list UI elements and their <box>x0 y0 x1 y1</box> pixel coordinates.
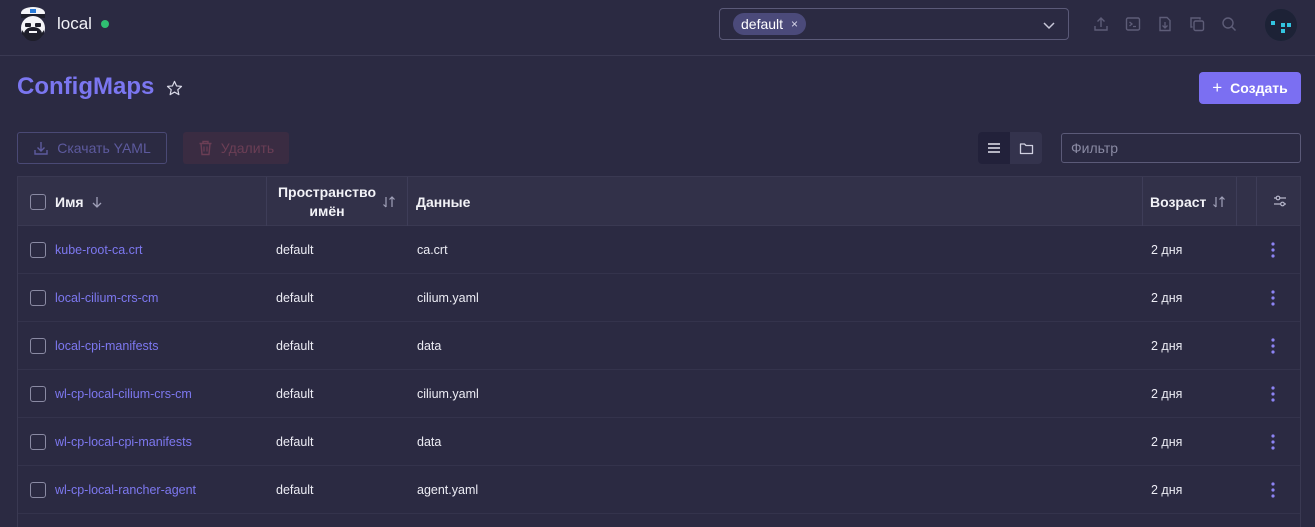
cluster-name[interactable]: local <box>57 14 92 34</box>
copy-icon[interactable] <box>1189 16 1205 32</box>
captain-mascot-logo[interactable] <box>15 4 51 44</box>
data-cell: data <box>417 434 442 449</box>
column-header-data: Данные <box>416 177 470 226</box>
age-cell: 2 дня <box>1151 338 1183 353</box>
namespace-cell: default <box>276 386 314 401</box>
kebab-menu-icon[interactable] <box>1270 290 1276 306</box>
table-row[interactable]: local-cilium-crs-cm default cilium.yaml 2 д… <box>18 274 1300 322</box>
column-data-label: Данные <box>416 193 471 210</box>
create-button-label: Создать <box>1230 80 1288 96</box>
download-yaml-label: Скачать YAML <box>57 140 151 156</box>
namespace-cell: default <box>276 338 314 353</box>
list-icon <box>988 143 1000 153</box>
delete-label: Удалить <box>220 140 275 156</box>
sort-both-icon <box>383 195 395 207</box>
column-divider <box>1256 177 1257 226</box>
namespace-cell: default <box>276 290 314 305</box>
column-name-label: Имя <box>55 193 84 210</box>
configmaps-table: Имя Пространство имён Данные Возраст kub… <box>17 176 1301 527</box>
create-button[interactable]: + Создать <box>1199 72 1301 104</box>
configmap-name-link[interactable]: wl-cp-local-rancher-agent <box>55 466 196 513</box>
age-cell: 2 дня <box>1151 242 1183 257</box>
page-title: ConfigMaps <box>17 73 155 100</box>
column-namespace-label-line1: Пространство <box>277 183 377 200</box>
namespace-select[interactable]: default × <box>719 8 1069 40</box>
download-icon <box>34 142 48 155</box>
data-cell: agent.yaml <box>417 482 479 497</box>
table-row[interactable]: wl-cp-local-rancher-agent default agent.ya… <box>18 466 1300 514</box>
data-cell: data <box>417 338 442 353</box>
row-checkbox[interactable] <box>30 242 46 258</box>
row-checkbox[interactable] <box>30 434 46 450</box>
configmap-name-link[interactable]: kube-root-ca.crt <box>55 226 143 273</box>
table-row[interactable]: kube-root-ca.crt default ca.crt 2 дня <box>18 226 1300 274</box>
delete-button[interactable]: Удалить <box>183 132 289 164</box>
plus-icon: + <box>1212 78 1223 97</box>
view-toggle <box>978 132 1042 164</box>
search-icon[interactable] <box>1221 16 1237 32</box>
table-row[interactable]: wl-cp-local-cilium-crs-cm default cilium.y… <box>18 370 1300 418</box>
column-settings-icon[interactable] <box>1273 194 1287 208</box>
configmap-name-link[interactable]: local-cilium-crs-cm <box>55 274 158 321</box>
data-cell: ca.crt <box>417 242 448 257</box>
import-file-icon[interactable] <box>1157 16 1173 32</box>
age-cell: 2 дня <box>1151 434 1183 449</box>
row-checkbox[interactable] <box>30 290 46 306</box>
namespace-cell: default <box>276 482 314 497</box>
column-header-age[interactable]: Возраст <box>1150 177 1226 226</box>
namespace-chip: default × <box>733 13 807 35</box>
folder-view-button[interactable] <box>1010 132 1042 164</box>
column-divider <box>407 177 408 226</box>
row-checkbox[interactable] <box>30 338 46 354</box>
column-header-namespace[interactable]: Пространство имён <box>267 177 407 226</box>
chip-remove-icon[interactable]: × <box>791 17 798 31</box>
table-row[interactable]: local-cpi-manifests default data 2 дня <box>18 322 1300 370</box>
terminal-icon[interactable] <box>1125 16 1141 32</box>
filter-input[interactable] <box>1061 133 1301 163</box>
sort-both-icon <box>1213 195 1226 207</box>
upload-icon[interactable] <box>1093 16 1109 32</box>
kebab-menu-icon[interactable] <box>1270 338 1276 354</box>
cluster-status-dot <box>101 20 109 28</box>
age-cell: 2 дня <box>1151 482 1183 497</box>
kebab-menu-icon[interactable] <box>1270 386 1276 402</box>
configmap-name-link[interactable]: local-cpi-manifests <box>55 322 159 369</box>
table-header: Имя Пространство имён Данные Возраст <box>18 177 1300 226</box>
kebab-menu-icon[interactable] <box>1270 434 1276 450</box>
data-cell: cilium.yaml <box>417 386 479 401</box>
namespace-cell: default <box>276 434 314 449</box>
table-row[interactable]: wl-cp-local-cpi-manifests default data 2 дн… <box>18 418 1300 466</box>
user-avatar[interactable] <box>1265 9 1297 41</box>
namespace-cell: default <box>276 242 314 257</box>
kebab-menu-icon[interactable] <box>1270 482 1276 498</box>
namespace-chip-label: default <box>741 16 784 32</box>
age-cell: 2 дня <box>1151 386 1183 401</box>
row-checkbox[interactable] <box>30 482 46 498</box>
sort-down-icon <box>92 196 102 208</box>
top-header: local default × <box>0 0 1315 56</box>
column-header-name[interactable]: Имя <box>55 177 104 226</box>
list-view-button[interactable] <box>978 132 1010 164</box>
column-namespace-label-line2: имён <box>309 202 345 219</box>
row-checkbox[interactable] <box>30 386 46 402</box>
column-age-label: Возраст <box>1150 193 1207 210</box>
column-divider <box>1142 177 1143 226</box>
age-cell: 2 дня <box>1151 290 1183 305</box>
kebab-menu-icon[interactable] <box>1270 242 1276 258</box>
configmap-name-link[interactable]: wl-cp-local-cpi-manifests <box>55 418 192 465</box>
chevron-down-icon[interactable] <box>1042 18 1056 32</box>
trash-icon <box>199 140 212 156</box>
folder-icon <box>1019 142 1033 154</box>
configmap-name-link[interactable]: wl-cp-local-cilium-crs-cm <box>55 370 192 417</box>
column-divider <box>1236 177 1237 226</box>
select-all-checkbox[interactable] <box>30 194 46 210</box>
star-icon[interactable] <box>166 80 183 97</box>
download-yaml-button[interactable]: Скачать YAML <box>17 132 167 164</box>
data-cell: cilium.yaml <box>417 290 479 305</box>
